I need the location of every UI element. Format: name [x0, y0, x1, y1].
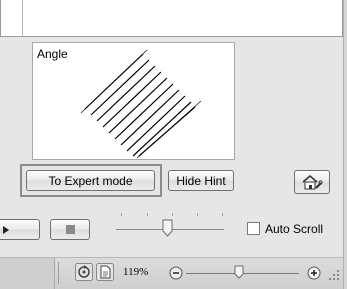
- scrollbar-edge: [343, 0, 347, 289]
- home-settings-button[interactable]: [294, 170, 330, 194]
- refresh-icon[interactable]: [75, 263, 93, 281]
- status-bar-separator: [58, 262, 59, 284]
- top-panel: [0, 0, 343, 37]
- speed-slider-tick: [172, 213, 173, 216]
- speed-slider-tick: [197, 213, 198, 216]
- speed-slider-thumb[interactable]: [162, 219, 173, 237]
- hide-hint-button[interactable]: Hide Hint: [168, 170, 234, 191]
- zoom-level-label: 119%: [123, 266, 149, 278]
- zoom-out-icon[interactable]: [169, 266, 183, 280]
- resize-grip-icon[interactable]: [327, 268, 341, 282]
- stop-icon: [65, 225, 75, 234]
- auto-scroll-label: Auto Scroll: [265, 222, 324, 236]
- to-expert-mode-button[interactable]: To Expert mode: [26, 170, 155, 191]
- stop-button[interactable]: [50, 219, 90, 240]
- zoom-in-icon[interactable]: [307, 266, 321, 280]
- speed-slider-tick: [121, 213, 122, 216]
- speed-slider-tick: [147, 213, 148, 216]
- hint-preview: Angle: [32, 42, 235, 160]
- play-button[interactable]: [0, 219, 40, 240]
- play-icon: [2, 225, 9, 234]
- home-settings-icon: [302, 174, 323, 189]
- auto-scroll-checkbox[interactable]: [247, 222, 260, 235]
- speed-slider-tick: [222, 213, 223, 216]
- zoom-slider-thumb[interactable]: [234, 265, 244, 279]
- status-bar-left-area: [0, 258, 55, 289]
- angle-hint-drawing: [80, 49, 202, 159]
- page-icon[interactable]: [96, 263, 114, 281]
- panel-divider: [22, 0, 23, 37]
